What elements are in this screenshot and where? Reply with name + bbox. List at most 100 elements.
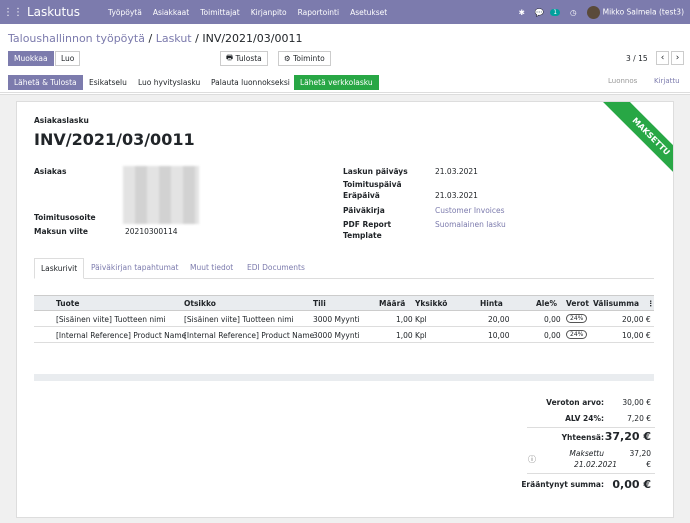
col-discount[interactable]: Ale% bbox=[536, 299, 557, 308]
breadcrumb-invoices[interactable]: Laskut bbox=[156, 32, 192, 45]
cell-product: [Internal Reference] Product Name bbox=[56, 331, 187, 340]
menu-item-vendors[interactable]: Toimittajat bbox=[200, 8, 239, 17]
pager-value[interactable]: 3 / 15 bbox=[626, 54, 648, 63]
cell-uom: Kpl bbox=[415, 315, 427, 324]
col-label[interactable]: Otsikko bbox=[184, 299, 216, 308]
send-einvoice-button[interactable]: Lähetä verkkolasku bbox=[294, 75, 379, 90]
breadcrumb-separator: / bbox=[148, 32, 153, 45]
cell-discount: 0,00 bbox=[544, 315, 561, 324]
payment-ref-label: Maksun viite bbox=[34, 227, 88, 236]
cell-price: 20,00 bbox=[488, 315, 510, 324]
apps-menu-icon[interactable]: ⋮⋮ bbox=[3, 7, 23, 18]
user-menu[interactable]: Mikko Salmela (test3) bbox=[586, 5, 684, 19]
avatar bbox=[586, 5, 600, 19]
col-account[interactable]: Tili bbox=[313, 299, 326, 308]
pager-next[interactable]: › bbox=[671, 51, 684, 65]
messages-badge: 1 bbox=[550, 8, 561, 16]
invoice-date-value[interactable]: 21.03.2021 bbox=[435, 167, 478, 176]
paid-date: 21.02.2021 bbox=[574, 460, 617, 469]
cell-uom: Kpl bbox=[415, 331, 427, 340]
invoice-date-label: Laskun päiväys bbox=[343, 167, 408, 176]
pdf-template-label: Template bbox=[343, 231, 382, 240]
table-empty-row bbox=[34, 343, 654, 359]
total-value: 37,20 € bbox=[604, 430, 651, 443]
cell-subtotal: 10,00 € bbox=[622, 331, 651, 340]
customer-label: Asiakas bbox=[34, 167, 67, 176]
print-label: Tulosta bbox=[235, 54, 262, 63]
column-options-icon[interactable]: ⋮ bbox=[647, 299, 655, 308]
tab-other-info[interactable]: Muut tiedot bbox=[190, 263, 233, 272]
action-dropdown[interactable]: ⚙ Toiminto bbox=[278, 51, 331, 66]
journal-value[interactable]: Customer Invoices bbox=[435, 206, 505, 215]
payment-info-icon[interactable]: ⓘ bbox=[528, 454, 536, 465]
table-row[interactable]: [Sisäinen viite] Tuotteen nimi [Sisäinen… bbox=[34, 311, 654, 327]
col-product[interactable]: Tuote bbox=[56, 299, 79, 308]
main-menu: Työpöytä Asiakkaat Toimittajat Kirjanpit… bbox=[108, 8, 387, 17]
breadcrumb-current: INV/2021/03/0011 bbox=[202, 32, 303, 45]
create-button[interactable]: Luo bbox=[55, 51, 81, 66]
invoice-form-sheet: MAKSETTU Asiakaslasku INV/2021/03/0011 A… bbox=[16, 101, 674, 518]
customer-address-redacted bbox=[123, 166, 199, 224]
col-subtotal[interactable]: Välisumma bbox=[593, 299, 639, 308]
bug-icon[interactable]: ✱ bbox=[519, 8, 525, 17]
cell-label: [Internal Reference] Product Name bbox=[184, 331, 315, 340]
tab-invoice-lines[interactable]: Laskurivit bbox=[34, 258, 85, 279]
due-date-value[interactable]: 21.03.2021 bbox=[435, 191, 478, 200]
journal-label: Päiväkirja bbox=[343, 206, 385, 215]
menu-item-reporting[interactable]: Raportointi bbox=[298, 8, 339, 17]
menu-item-dashboard[interactable]: Työpöytä bbox=[108, 8, 142, 17]
cell-account: 3000 Myynti bbox=[313, 331, 360, 340]
pdf-report-value[interactable]: Suomalainen lasku bbox=[435, 220, 506, 229]
paid-ribbon: MAKSETTU bbox=[601, 102, 673, 186]
credit-note-button[interactable]: Luo hyvityslasku bbox=[132, 75, 207, 90]
amount-due-label: Erääntynyt summa: bbox=[521, 480, 604, 489]
amount-due-value: 0,00 € bbox=[612, 478, 651, 491]
breadcrumb-dashboard[interactable]: Taloushallinnon työpöytä bbox=[8, 32, 145, 45]
menu-item-settings[interactable]: Asetukset bbox=[350, 8, 387, 17]
untaxed-value: 30,00 € bbox=[622, 398, 651, 407]
untaxed-label: Veroton arvo: bbox=[546, 398, 604, 407]
cell-price: 10,00 bbox=[488, 331, 510, 340]
paid-label: Maksettu bbox=[569, 449, 604, 458]
col-taxes[interactable]: Verot bbox=[566, 299, 589, 308]
delivery-date-label: Toimituspäivä bbox=[343, 180, 402, 189]
table-row[interactable]: [Internal Reference] Product Name [Inter… bbox=[34, 327, 654, 343]
menu-item-accounting[interactable]: Kirjanpito bbox=[251, 8, 287, 17]
app-title[interactable]: Laskutus bbox=[27, 5, 80, 19]
reset-draft-button[interactable]: Palauta luonnokseksi bbox=[205, 75, 296, 90]
vat-label: ALV 24%: bbox=[565, 414, 604, 423]
total-label: Yhteensä: bbox=[561, 433, 604, 442]
cell-account: 3000 Myynti bbox=[313, 315, 360, 324]
table-header: Tuote Otsikko Tili Määrä Yksikkö Hinta A… bbox=[34, 295, 655, 311]
col-quantity[interactable]: Määrä bbox=[379, 299, 405, 308]
payment-ref-value[interactable]: 20210300114 bbox=[125, 227, 178, 236]
invoice-type: Asiakaslasku bbox=[34, 116, 89, 125]
print-dropdown[interactable]: 🖶 Tulosta bbox=[220, 51, 268, 66]
col-uom[interactable]: Yksikkö bbox=[415, 299, 447, 308]
cell-tax-badge: 24% bbox=[566, 330, 588, 339]
edit-button[interactable]: Muokkaa bbox=[8, 51, 54, 66]
send-print-button[interactable]: Lähetä & Tulosta bbox=[8, 75, 83, 90]
tab-journal-items[interactable]: Päiväkirjan tapahtumat bbox=[91, 263, 178, 272]
totals-divider bbox=[527, 427, 655, 428]
action-label: Toiminto bbox=[293, 54, 325, 63]
preview-button[interactable]: Esikatselu bbox=[83, 75, 133, 90]
stage-draft: Luonnos bbox=[608, 77, 638, 85]
tab-edi-documents[interactable]: EDI Documents bbox=[247, 263, 305, 272]
cell-quantity: 1,00 bbox=[396, 331, 413, 340]
clock-icon[interactable]: ◷ bbox=[570, 8, 577, 17]
table-footer bbox=[34, 374, 654, 381]
messages-icon[interactable]: 💬 bbox=[535, 8, 544, 17]
totals-divider bbox=[527, 473, 655, 474]
pdf-report-label: PDF Report bbox=[343, 220, 392, 229]
delivery-address-label: Toimitusosoite bbox=[34, 213, 96, 222]
paid-currency: € bbox=[646, 460, 651, 469]
cell-subtotal: 20,00 € bbox=[622, 315, 651, 324]
notebook-tabs: Laskurivit Päiväkirjan tapahtumat Muut t… bbox=[34, 258, 654, 279]
stage-posted: Kirjattu bbox=[654, 77, 680, 85]
menu-item-customers[interactable]: Asiakkaat bbox=[153, 8, 189, 17]
pager-previous[interactable]: ‹ bbox=[656, 51, 669, 65]
gear-icon: ⚙ bbox=[284, 54, 294, 63]
col-price[interactable]: Hinta bbox=[480, 299, 503, 308]
cell-product: [Sisäinen viite] Tuotteen nimi bbox=[56, 315, 166, 324]
